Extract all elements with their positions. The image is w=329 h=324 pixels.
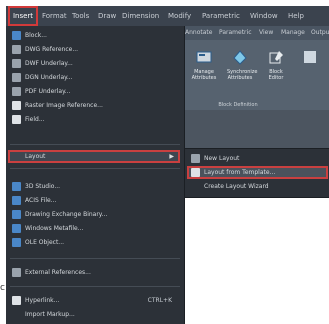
menu-separator bbox=[10, 258, 180, 259]
menu-window[interactable]: Window bbox=[250, 6, 278, 26]
menu-separator bbox=[10, 286, 180, 287]
new-layout-icon bbox=[191, 154, 200, 163]
hyperlink-shortcut: CTRL+K bbox=[147, 297, 172, 304]
drawing-exchange-icon bbox=[12, 210, 21, 219]
menu-item-windows-metafile[interactable]: Windows Metafile... bbox=[8, 222, 180, 235]
menu-item-import-markup[interactable]: Import Markup... bbox=[8, 308, 180, 321]
block-icon bbox=[12, 31, 21, 40]
menu-item-external-references[interactable]: External References... bbox=[8, 266, 180, 279]
ribbon-tab-annotate[interactable]: Annotate bbox=[185, 26, 212, 40]
insert-menu: Block... DWG Reference... DWF Underlay..… bbox=[6, 26, 185, 324]
layout-submenu: New Layout Layout from Template... Creat… bbox=[184, 148, 329, 198]
menu-modify[interactable]: Modify bbox=[168, 6, 191, 26]
synchronize-attributes-icon bbox=[231, 48, 249, 66]
submenu-item-layout-from-template[interactable]: Layout from Template... bbox=[187, 166, 328, 179]
menu-bar: Insert Format Tools Draw Dimension Modif… bbox=[6, 6, 329, 26]
windows-metafile-icon bbox=[12, 224, 21, 233]
3d-studio-icon bbox=[12, 182, 21, 191]
ribbon-tab-view[interactable]: View bbox=[259, 26, 273, 40]
menu-draw[interactable]: Draw bbox=[98, 6, 116, 26]
menu-item-hyperlink[interactable]: Hyperlink... CTRL+K bbox=[8, 294, 180, 307]
attribute-icon bbox=[301, 48, 319, 66]
drawing-area bbox=[183, 110, 329, 152]
ribbon-next-button[interactable] bbox=[295, 48, 325, 94]
menu-separator bbox=[10, 144, 180, 145]
ribbon-group-label: Block Definition bbox=[218, 102, 258, 108]
block-editor-icon bbox=[267, 48, 285, 66]
ole-object-icon bbox=[12, 238, 21, 247]
menu-item-acis-file[interactable]: ACIS File... bbox=[8, 194, 180, 207]
menu-item-layout[interactable]: Layout ▶ bbox=[8, 150, 180, 163]
menu-format[interactable]: Format bbox=[42, 6, 67, 26]
manage-attributes-button[interactable]: Manage Attributes bbox=[191, 48, 217, 94]
field-icon bbox=[12, 115, 21, 124]
ribbon-panel: Manage Attributes Synchronize Attributes… bbox=[183, 40, 329, 110]
synchronize-attributes-button[interactable]: Synchronize Attributes bbox=[227, 48, 257, 94]
pdf-underlay-icon bbox=[12, 87, 21, 96]
raster-image-icon bbox=[12, 101, 21, 110]
block-editor-button[interactable]: Block Editor bbox=[263, 48, 289, 94]
ribbon-tab-output[interactable]: Output bbox=[311, 26, 329, 40]
menu-item-ole-object[interactable]: OLE Object... bbox=[8, 236, 180, 249]
menu-tools[interactable]: Tools bbox=[72, 6, 89, 26]
menu-insert[interactable]: Insert bbox=[8, 6, 38, 26]
menu-separator bbox=[10, 168, 180, 169]
ribbon-tab-parametric[interactable]: Parametric bbox=[219, 26, 252, 40]
submenu-item-new-layout[interactable]: New Layout bbox=[187, 152, 328, 165]
menu-item-pdf-underlay[interactable]: PDF Underlay... bbox=[8, 85, 180, 98]
menu-dimension[interactable]: Dimension bbox=[122, 6, 159, 26]
menu-item-field[interactable]: Field... bbox=[8, 113, 180, 126]
submenu-item-create-layout-wizard[interactable]: Create Layout Wizard bbox=[187, 180, 328, 193]
menu-item-drawing-exchange[interactable]: Drawing Exchange Binary... bbox=[8, 208, 180, 221]
ribbon-tab-bar: Annotate Parametric View Manage Output bbox=[183, 26, 329, 40]
manage-attributes-icon bbox=[195, 48, 213, 66]
submenu-arrow-icon: ▶ bbox=[169, 153, 174, 160]
dwg-reference-icon bbox=[12, 45, 21, 54]
page-text-fragment: c bbox=[0, 283, 5, 293]
menu-help[interactable]: Help bbox=[288, 6, 304, 26]
dwf-underlay-icon bbox=[12, 59, 21, 68]
menu-parametric[interactable]: Parametric bbox=[202, 6, 240, 26]
menu-item-raster-image[interactable]: Raster Image Reference... bbox=[8, 99, 180, 112]
menu-item-block[interactable]: Block... bbox=[8, 29, 180, 42]
menu-item-3d-studio[interactable]: 3D Studio... bbox=[8, 180, 180, 193]
external-references-icon bbox=[12, 268, 21, 277]
dgn-underlay-icon bbox=[12, 73, 21, 82]
menu-item-dwf-underlay[interactable]: DWF Underlay... bbox=[8, 57, 180, 70]
menu-item-dgn-underlay[interactable]: DGN Underlay... bbox=[8, 71, 180, 84]
ribbon-tab-manage[interactable]: Manage bbox=[281, 26, 305, 40]
menu-item-dwg-reference[interactable]: DWG Reference... bbox=[8, 43, 180, 56]
hyperlink-icon bbox=[12, 296, 21, 305]
acis-file-icon bbox=[12, 196, 21, 205]
layout-template-icon bbox=[191, 168, 200, 177]
